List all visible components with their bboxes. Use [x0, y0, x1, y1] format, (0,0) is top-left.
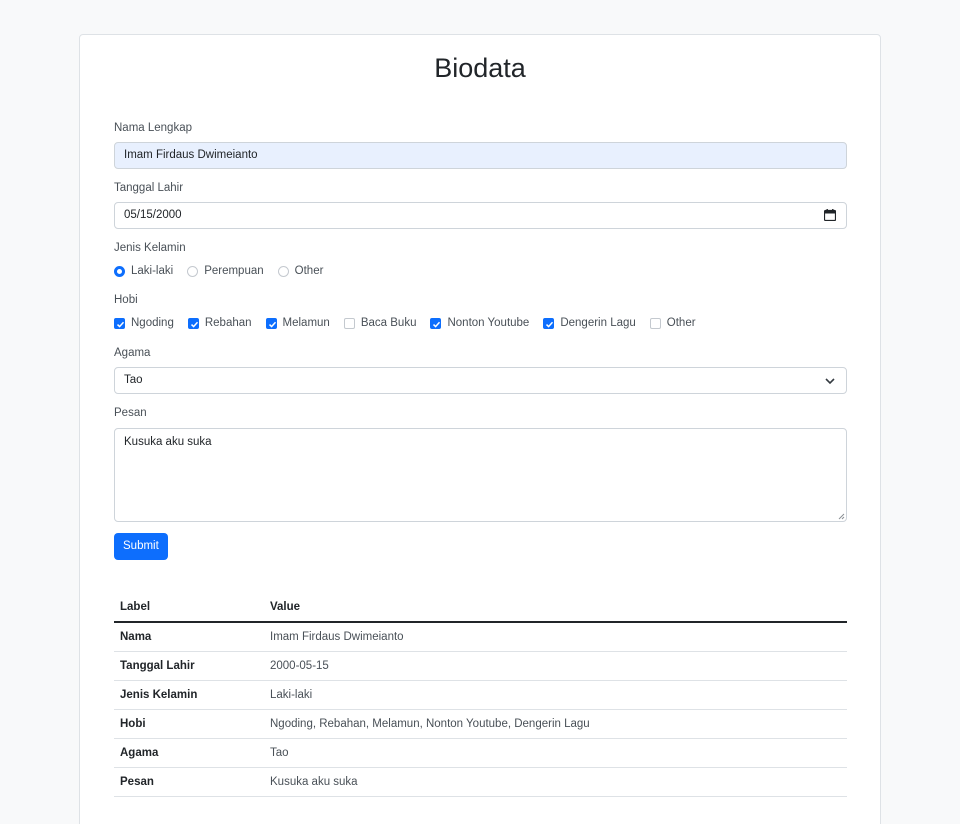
checkmark-icon [190, 321, 198, 328]
checkbox-label: Baca Buku [360, 317, 417, 329]
chevron-down-icon [825, 378, 835, 385]
checkbox[interactable] [265, 317, 277, 329]
calendar-icon[interactable] [824, 209, 836, 221]
hobby-option-melamun[interactable]: Melamun [265, 317, 330, 329]
table-row: Pesan Kusuka aku suka [114, 767, 847, 797]
message-label: Pesan [114, 407, 147, 419]
religion-selected-value: Tao [124, 374, 143, 386]
checkmark-icon [433, 321, 441, 328]
checkbox[interactable] [343, 317, 355, 329]
row-label: Tanggal Lahir [114, 651, 264, 681]
checkbox-label: Dengerin Lagu [560, 317, 636, 329]
row-value: Imam Firdaus Dwimeianto [264, 622, 847, 652]
hobby-option-other[interactable]: Other [649, 317, 696, 329]
message-textarea[interactable]: Kusuka aku suka [114, 428, 847, 522]
row-label: Agama [114, 738, 264, 768]
checkmark-icon [268, 321, 276, 328]
message-value: Kusuka aku suka [124, 436, 212, 448]
header-value: Value [264, 593, 847, 623]
checkbox-label: Ngoding [131, 317, 174, 329]
radio-button[interactable] [187, 265, 199, 277]
hobby-checkbox-group: Ngoding Rebahan Melamun Baca Buku Nonton… [114, 317, 710, 329]
religion-select[interactable]: Tao [114, 367, 847, 394]
radio-button[interactable] [277, 265, 289, 277]
hobby-option-rebahan[interactable]: Rebahan [187, 317, 252, 329]
checkmark-icon [546, 321, 554, 328]
gender-label: Jenis Kelamin [114, 242, 186, 254]
row-value: Laki-laki [264, 680, 847, 710]
page-title: Biodata [434, 53, 526, 83]
radio-label: Perempuan [204, 265, 264, 277]
dob-label: Tanggal Lahir [114, 182, 184, 194]
dob-input[interactable]: 05/15/2000 [114, 202, 847, 229]
radio-button[interactable] [114, 265, 125, 277]
hobby-label: Hobi [114, 294, 138, 306]
name-label: Nama Lengkap [114, 122, 192, 134]
table-row: Jenis Kelamin Laki-laki [114, 680, 847, 710]
radio-label: Other [294, 265, 324, 277]
table-row: Tanggal Lahir 2000-05-15 [114, 651, 847, 681]
checkbox-label: Nonton Youtube [447, 317, 530, 329]
radio-label: Laki-laki [131, 265, 174, 277]
biodata-table: Label Value Nama Imam Firdaus Dwimeianto… [114, 593, 847, 797]
checkbox[interactable] [543, 317, 555, 329]
religion-label: Agama [114, 347, 151, 359]
checkbox[interactable] [649, 317, 661, 329]
table-header-row: Label Value [114, 593, 847, 623]
table-row: Nama Imam Firdaus Dwimeianto [114, 622, 847, 652]
checkbox-label: Melamun [282, 317, 330, 329]
resize-handle-icon[interactable] [838, 513, 845, 520]
row-label: Hobi [114, 709, 264, 739]
checkmark-icon [116, 321, 125, 328]
dob-value: 05/15/2000 [124, 209, 182, 221]
hobby-option-nonton-youtube[interactable]: Nonton Youtube [430, 317, 529, 329]
biodata-card: Biodata Nama Lengkap Imam Firdaus Dwimei… [79, 34, 881, 824]
row-label: Jenis Kelamin [114, 680, 264, 710]
gender-option-laki-laki[interactable]: Laki-laki [114, 265, 173, 277]
hobby-option-baca-buku[interactable]: Baca Buku [343, 317, 417, 329]
row-value: Tao [264, 738, 847, 768]
submit-button[interactable]: Submit [114, 533, 168, 560]
checkbox[interactable] [187, 317, 199, 329]
row-value: Kusuka aku suka [264, 767, 847, 797]
checkbox[interactable] [114, 317, 125, 329]
gender-radio-group: Laki-laki Perempuan Other [114, 265, 337, 277]
checkbox[interactable] [430, 317, 442, 329]
table-row: Agama Tao [114, 738, 847, 768]
row-value: Ngoding, Rebahan, Melamun, Nonton Youtub… [264, 709, 847, 739]
table-row: Hobi Ngoding, Rebahan, Melamun, Nonton Y… [114, 709, 847, 739]
header-label: Label [114, 593, 264, 623]
row-label: Nama [114, 622, 264, 652]
hobby-option-dengerin-lagu[interactable]: Dengerin Lagu [543, 317, 636, 329]
checkbox-label: Rebahan [204, 317, 252, 329]
gender-option-other[interactable]: Other [277, 265, 324, 277]
row-value: 2000-05-15 [264, 651, 847, 681]
hobby-option-ngoding[interactable]: Ngoding [114, 317, 174, 329]
name-input[interactable]: Imam Firdaus Dwimeianto [114, 142, 847, 169]
row-label: Pesan [114, 767, 264, 797]
checkbox-label: Other [666, 317, 696, 329]
gender-option-perempuan[interactable]: Perempuan [187, 265, 264, 277]
